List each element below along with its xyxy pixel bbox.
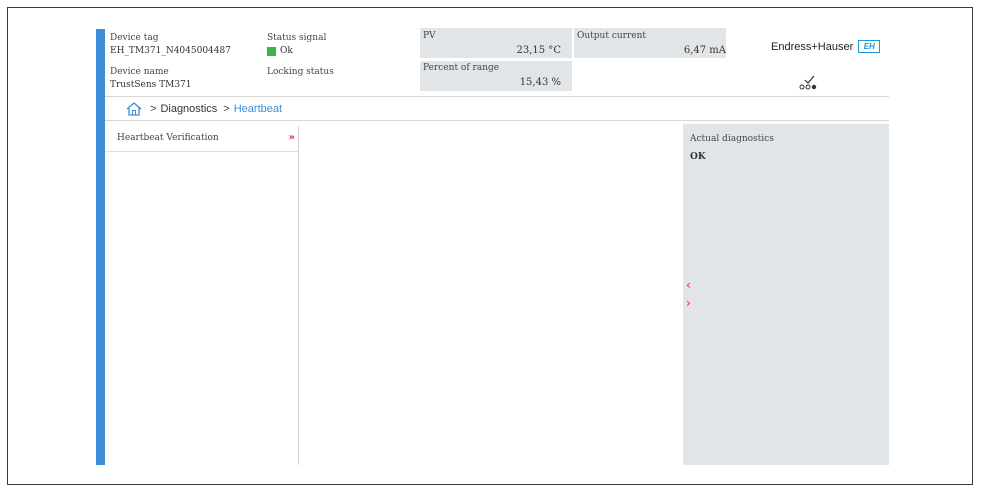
nav-item-heartbeat-verification[interactable]: Heartbeat Verification » — [105, 126, 298, 152]
actual-diagnostics-value: OK — [690, 152, 706, 162]
actual-diagnostics-title: Actual diagnostics — [690, 134, 774, 144]
breadcrumb-item-diagnostics[interactable]: Diagnostics — [160, 103, 217, 115]
device-tag-value: EH_TM371_N4045004487 — [110, 46, 231, 56]
breadcrumb-separator: > — [150, 103, 157, 115]
output-current-label: Output current — [577, 31, 647, 41]
pv-label: PV — [423, 31, 436, 41]
locking-status-label: Locking status — [267, 67, 334, 77]
chevron-left-icon[interactable]: ‹ — [686, 278, 691, 292]
header-divider — [105, 96, 889, 97]
status-signal: Ok — [267, 46, 293, 56]
device-name-value: TrustSens TM371 — [110, 80, 192, 90]
diagnostics-panel: Actual diagnostics OK ‹ › — [683, 124, 889, 465]
device-tag-label: Device tag — [110, 33, 159, 43]
percent-range-box: Percent of range 15,43 % — [420, 61, 572, 91]
percent-range-value: 15,43 % — [519, 77, 561, 88]
status-signal-label: Status signal — [267, 33, 327, 43]
chevron-right-icon[interactable]: › — [686, 296, 691, 310]
logo-text: Endress+Hauser — [771, 40, 854, 53]
output-current-box: Output current 6,47 mA — [574, 28, 726, 58]
device-name-label: Device name — [110, 67, 169, 77]
nav-item-label: Heartbeat Verification — [117, 133, 219, 143]
navigation-list: Heartbeat Verification » — [105, 126, 299, 465]
percent-range-label: Percent of range — [423, 63, 500, 73]
breadcrumb: > Diagnostics > Heartbeat — [126, 101, 282, 117]
breadcrumb-separator: > — [223, 103, 230, 115]
output-current-value: 6,47 mA — [683, 45, 726, 56]
breadcrumb-divider — [105, 120, 889, 121]
status-signal-value: Ok — [280, 46, 293, 56]
eh-logo-mark: EH — [858, 40, 881, 53]
home-icon[interactable] — [126, 101, 142, 117]
status-ok-icon — [267, 46, 276, 56]
double-chevron-right-icon: » — [288, 132, 296, 143]
pv-value: 23,15 °C — [516, 45, 561, 56]
left-accent-bar — [96, 29, 105, 465]
pv-box: PV 23,15 °C — [420, 28, 572, 58]
endress-hauser-logo: Endress+Hauser EH — [771, 40, 881, 53]
breadcrumb-item-heartbeat: Heartbeat — [233, 103, 283, 115]
connection-status-icon[interactable] — [799, 73, 821, 91]
